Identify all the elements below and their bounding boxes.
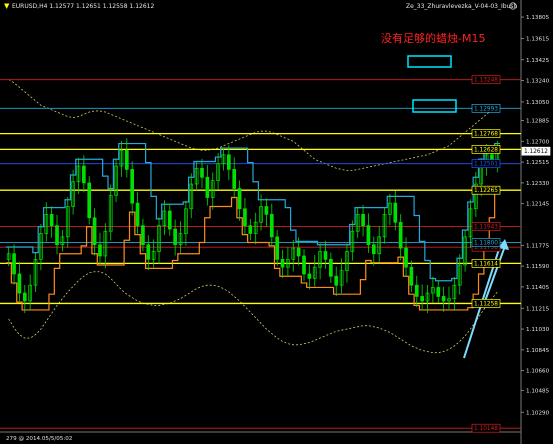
- y-tick-label-10: 1.11775: [526, 243, 550, 249]
- candle-body-22: [124, 149, 129, 170]
- price-tag-label-5: 1.12501: [474, 162, 498, 168]
- trading-chart[interactable]: 1.13805 1.13615 1.13425 1.13240 1.13050 1.128…: [0, 0, 553, 444]
- y-tick-label-14: 1.11030: [526, 327, 550, 333]
- y-tick-label-7: 1.12515: [526, 160, 550, 166]
- price-chart-svg[interactable]: 1.13805 1.13615 1.13425 1.13240 1.13050 1.128…: [0, 0, 553, 444]
- candle-body-45: [248, 225, 253, 234]
- candle-body-31: [173, 228, 177, 246]
- y-tick-label-6: 1.12700: [526, 139, 550, 145]
- y-tick-label-8: 1.12330: [526, 181, 550, 187]
- candle-body-36: [200, 167, 204, 178]
- price-tag-label-4: 1.12612: [524, 149, 548, 155]
- candle-body-77: [420, 296, 424, 302]
- y-tick-label-16: 1.10660: [526, 369, 550, 375]
- price-tag-label-0: 1.13248: [474, 78, 498, 84]
- candle-body-81: [441, 296, 446, 302]
- candle-body-14: [82, 165, 86, 184]
- candle-body-55: [302, 255, 306, 275]
- price-tag-label-7: 1.11943: [474, 224, 498, 230]
- candle-body-59: [323, 251, 328, 260]
- candle-body-41: [227, 154, 231, 170]
- y-tick-label-12: 1.11405: [526, 285, 550, 291]
- candle-body-17: [98, 244, 102, 257]
- candle-body-49: [269, 214, 274, 238]
- price-tag-label-3: 1.12628: [474, 147, 498, 153]
- candle-body-42: [232, 169, 237, 189]
- y-tick-label-0: 1.13805: [526, 15, 550, 21]
- candle-body-30: [167, 210, 172, 230]
- candle-body-9: [55, 225, 59, 246]
- chart-subtitle: 没有足够的蜡烛-M15: [381, 31, 485, 45]
- y-tick-label-18: 1.10290: [526, 410, 550, 416]
- candle-body-54: [296, 247, 301, 257]
- price-tag-label-9: 1.11614: [474, 261, 498, 267]
- candle-body-23: [130, 169, 135, 204]
- chart-background: [0, 0, 553, 444]
- candle-body-8: [49, 214, 54, 226]
- candle-body-1: [12, 253, 16, 275]
- candle-body-37: [205, 176, 210, 198]
- y-tick-label-2: 1.13425: [526, 58, 550, 64]
- candle-body-73: [398, 221, 403, 249]
- candle-body-43: [237, 188, 242, 210]
- symbol-header: EURUSD,H4 1.12577 1.12651 1.12558 1.1261…: [12, 3, 154, 10]
- candle-body-50: [275, 236, 279, 260]
- y-tick-label-13: 1.11215: [526, 306, 550, 312]
- y-tick-label-17: 1.10485: [526, 388, 550, 394]
- price-tag-label-12: 1.10148: [474, 426, 498, 432]
- y-tick-label-1: 1.13615: [526, 36, 550, 42]
- candle-body-25: [141, 225, 145, 246]
- candle-body-68: [371, 244, 376, 255]
- candle-body-76: [414, 284, 419, 297]
- candle-body-72: [393, 202, 398, 223]
- candle-body-51: [280, 259, 285, 268]
- candle-body-66: [361, 214, 365, 226]
- candle-body-61: [334, 275, 339, 286]
- candle-body-56: [307, 273, 312, 279]
- candle-body-67: [366, 225, 371, 246]
- y-tick-label-5: 1.12885: [526, 118, 550, 124]
- y-tick-label-15: 1.10845: [526, 348, 550, 354]
- price-tag-label-1: 1.12993: [474, 106, 498, 112]
- price-tag-label-11: 1.11258: [474, 301, 498, 307]
- y-tick-label-4: 1.13050: [526, 100, 550, 106]
- candle-body-16: [92, 217, 97, 246]
- price-tag-label-10: 1.11800: [474, 240, 498, 246]
- candle-body-60: [329, 259, 333, 277]
- candle-body-3: [22, 292, 27, 302]
- candle-body-26: [146, 244, 151, 260]
- y-tick-label-11: 1.11590: [526, 264, 550, 270]
- price-tag-label-2: 1.12768: [474, 132, 498, 138]
- candle-body-80: [436, 287, 441, 297]
- candle-body-2: [17, 273, 22, 294]
- bottom-status: 279 @ 2014.05/5/05:02: [6, 436, 72, 442]
- symbol-marker-icon: ▼: [4, 2, 10, 10]
- indicator-header: Ze_33_Zhuravlevezka_V-04-03_Ibush: [406, 3, 518, 10]
- candle-body-15: [87, 182, 92, 219]
- y-tick-label-9: 1.12145: [526, 202, 550, 208]
- candle-body-75: [409, 266, 414, 286]
- y-tick-label-3: 1.13240: [526, 79, 550, 85]
- candle-body-48: [264, 206, 269, 215]
- price-tag-label-6: 1.12265: [474, 188, 498, 194]
- candle-body-24: [135, 202, 140, 226]
- candle-body-74: [404, 247, 408, 268]
- candle-body-44: [243, 208, 247, 226]
